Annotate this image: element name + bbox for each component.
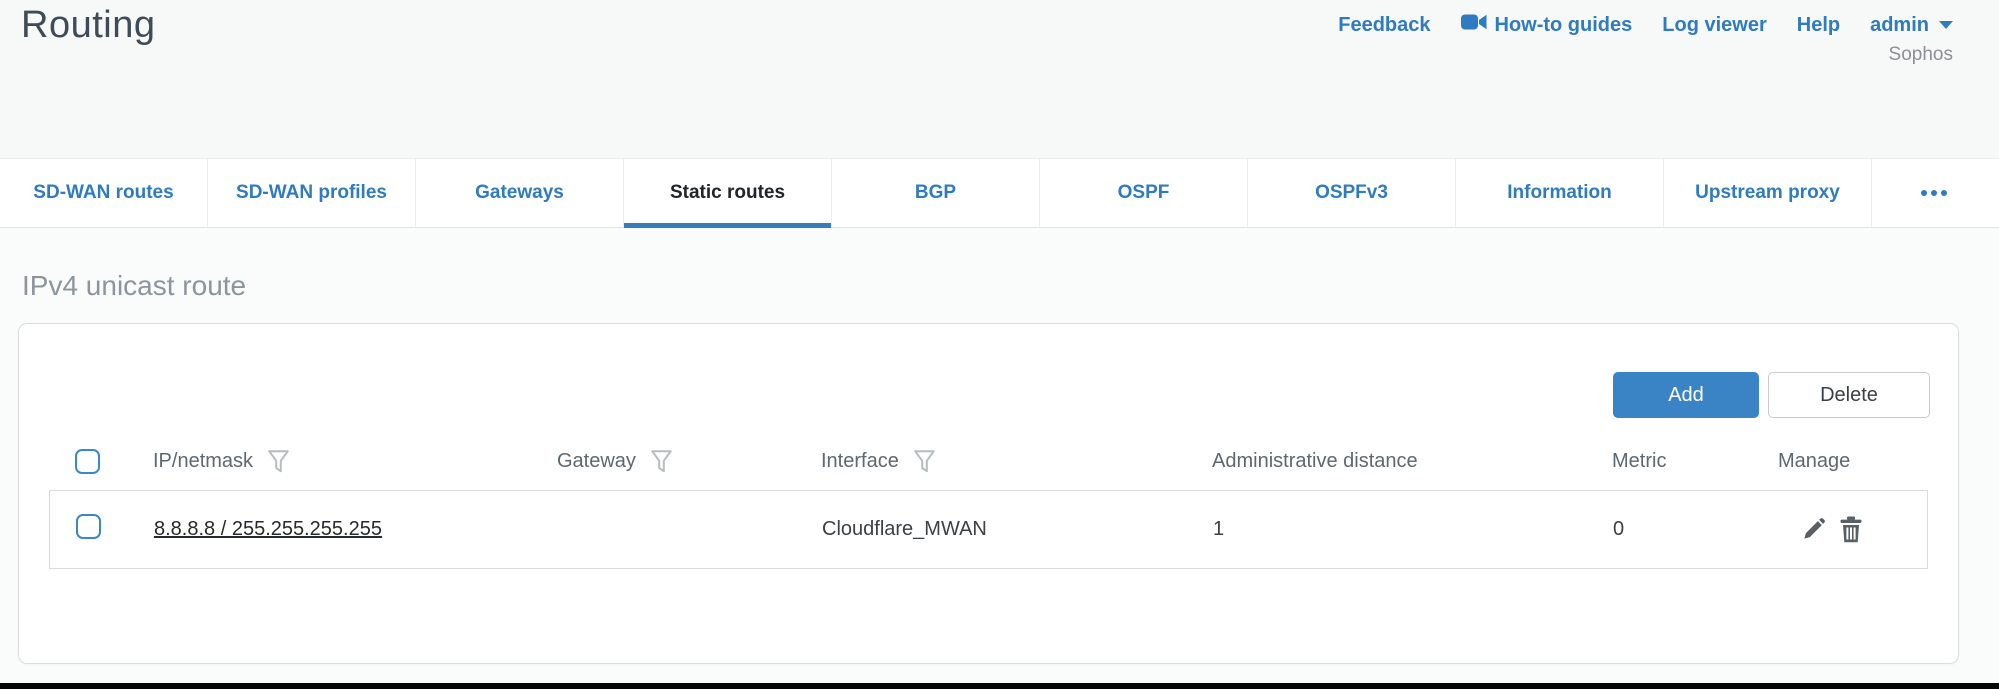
add-button[interactable]: Add <box>1613 372 1759 418</box>
top-navigation: Feedback How-to guides Log viewer Help a… <box>1338 12 1953 66</box>
bottom-edge <box>0 683 1999 689</box>
static-routes-panel: Add Delete IP/netmask Gateway Interface … <box>18 323 1959 664</box>
tab-information[interactable]: Information <box>1456 159 1664 227</box>
more-tabs-button[interactable] <box>1872 159 1999 227</box>
route-metric: 0 <box>1613 518 1779 541</box>
route-ip-link[interactable]: 8.8.8.8 / 255.255.255.255 <box>154 518 382 540</box>
column-manage: Manage <box>1778 450 1850 473</box>
tab-bgp[interactable]: BGP <box>832 159 1040 227</box>
howto-guides-link[interactable]: How-to guides <box>1461 12 1633 38</box>
edit-icon[interactable] <box>1801 517 1826 542</box>
admin-menu[interactable]: admin <box>1870 14 1953 37</box>
tab-static-routes[interactable]: Static routes <box>624 159 832 227</box>
feedback-link[interactable]: Feedback <box>1338 14 1430 37</box>
log-viewer-link[interactable]: Log viewer <box>1662 14 1766 37</box>
tab-ospf[interactable]: OSPF <box>1040 159 1248 227</box>
delete-icon[interactable] <box>1839 516 1863 543</box>
page-title: Routing <box>21 4 155 47</box>
filter-icon[interactable] <box>268 450 289 473</box>
filter-icon[interactable] <box>651 450 672 473</box>
ellipsis-icon <box>1921 190 1947 196</box>
delete-button[interactable]: Delete <box>1768 372 1930 418</box>
help-link[interactable]: Help <box>1797 14 1840 37</box>
table-row: 8.8.8.8 / 255.255.255.255 Cloudflare_MWA… <box>49 490 1928 569</box>
row-checkbox[interactable] <box>76 514 101 539</box>
brand-label: Sophos <box>1889 44 1953 66</box>
tab-upstream-proxy[interactable]: Upstream proxy <box>1664 159 1872 227</box>
column-ip-netmask: IP/netmask <box>153 450 253 473</box>
column-interface: Interface <box>821 450 899 473</box>
tab-ospfv3[interactable]: OSPFv3 <box>1248 159 1456 227</box>
video-camera-icon <box>1461 12 1487 38</box>
route-interface: Cloudflare_MWAN <box>822 518 1213 541</box>
table-header: IP/netmask Gateway Interface Administrat… <box>49 436 1928 486</box>
filter-icon[interactable] <box>914 450 935 473</box>
section-title: IPv4 unicast route <box>22 270 246 302</box>
route-admin-distance: 1 <box>1213 518 1613 541</box>
column-gateway: Gateway <box>557 450 636 473</box>
routing-tabbar: SD-WAN routes SD-WAN profiles Gateways S… <box>0 158 1999 228</box>
tab-gateways[interactable]: Gateways <box>416 159 624 227</box>
column-metric: Metric <box>1612 450 1666 473</box>
select-all-checkbox[interactable] <box>75 449 100 474</box>
tab-sd-wan-routes[interactable]: SD-WAN routes <box>0 159 208 227</box>
chevron-down-icon <box>1939 21 1953 29</box>
tab-sd-wan-profiles[interactable]: SD-WAN profiles <box>208 159 416 227</box>
column-admin-distance: Administrative distance <box>1212 450 1418 473</box>
